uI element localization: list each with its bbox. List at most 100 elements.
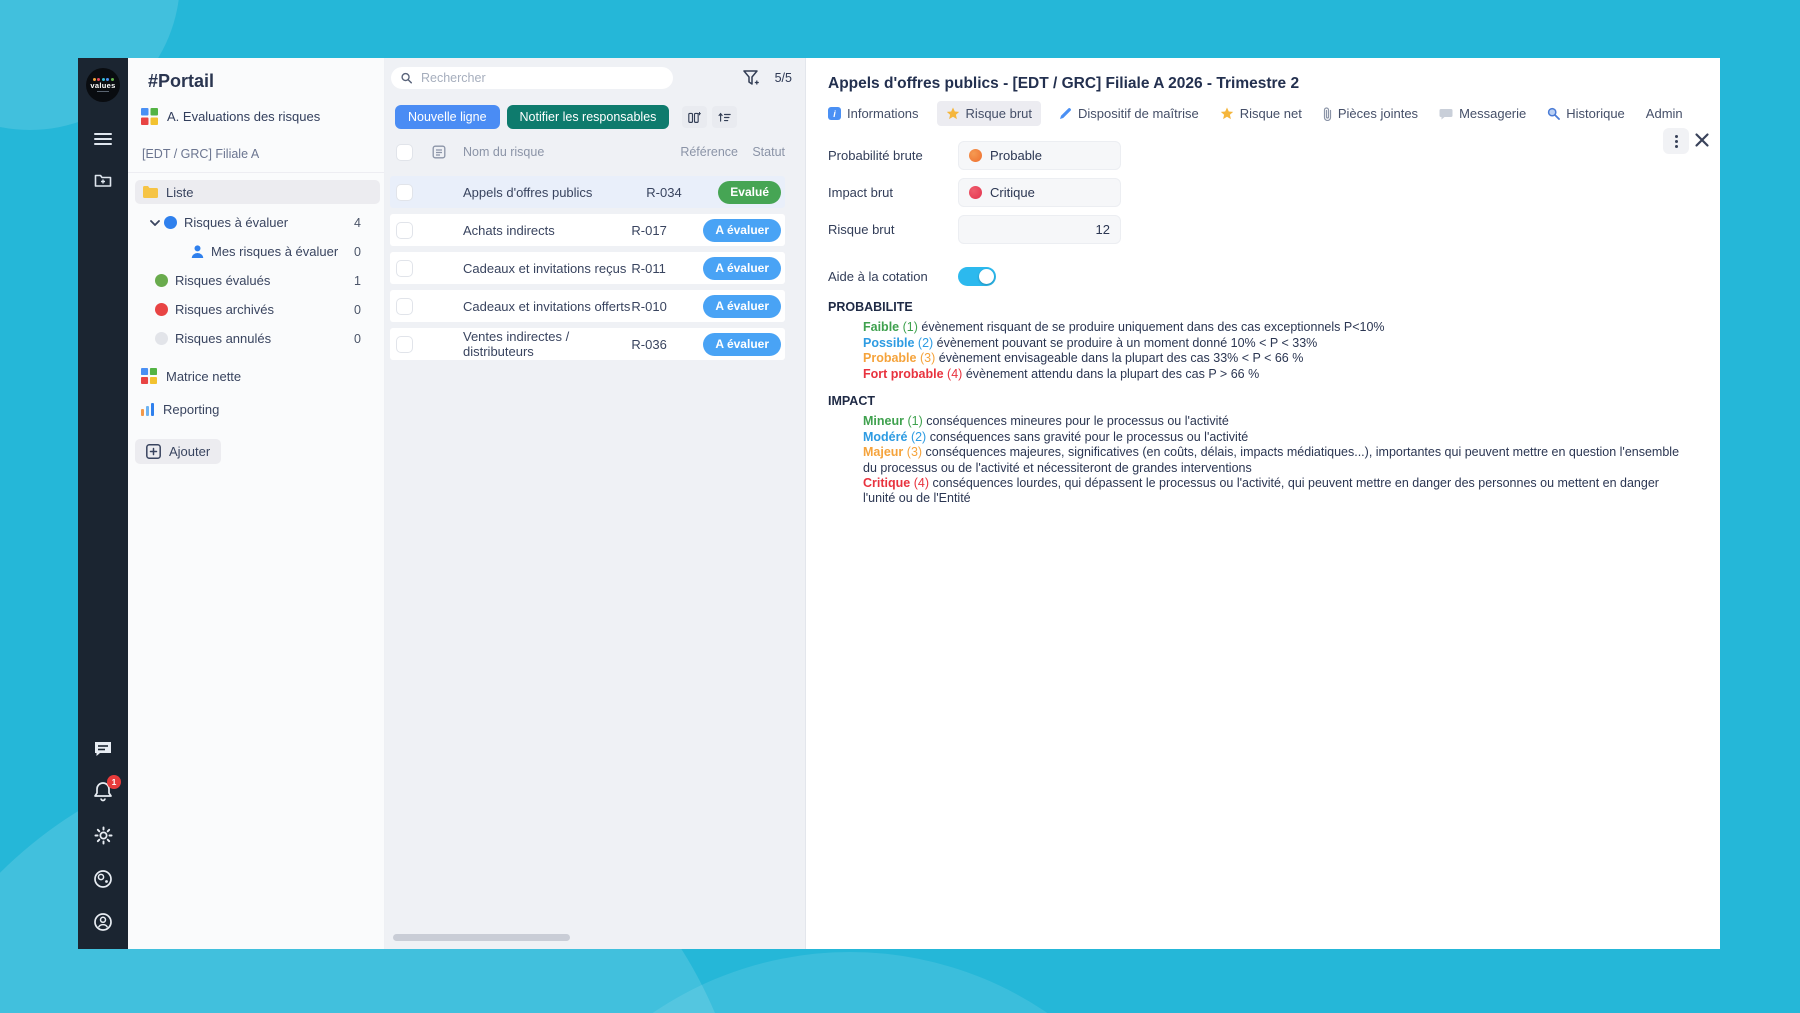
field-label: Risque brut xyxy=(828,222,958,237)
search-input[interactable] xyxy=(419,70,663,86)
toggle-knob xyxy=(979,269,994,284)
sidebar-item-liste[interactable]: Liste xyxy=(135,180,380,204)
star-icon xyxy=(1220,107,1234,120)
tree-item-count: 4 xyxy=(354,216,361,230)
tab-pieces-jointes[interactable]: Pièces jointes xyxy=(1323,106,1418,121)
impact-heading: IMPACT xyxy=(828,394,1706,409)
probabilite-brute-select[interactable]: Probable xyxy=(958,141,1121,170)
probability-heading: PROBABILITE xyxy=(828,300,1706,315)
table-header: Nom du risque Référence Statut xyxy=(390,143,785,161)
chat-bubble-icon xyxy=(1439,108,1453,120)
sidebar-item-label: Liste xyxy=(166,185,193,200)
tab-dispositif-de-maitrise[interactable]: Dispositif de maîtrise xyxy=(1059,106,1199,121)
settings-gear-icon[interactable] xyxy=(93,825,114,846)
sidebar-module[interactable]: A. Evaluations des risques xyxy=(141,108,384,125)
scale-item: Modéré (2) conséquences sans gravité pou… xyxy=(863,430,1690,445)
row-checkbox[interactable] xyxy=(396,260,413,277)
tab-label: Historique xyxy=(1566,106,1625,121)
tab-messagerie[interactable]: Messagerie xyxy=(1439,106,1526,121)
row-checkbox[interactable] xyxy=(396,298,413,315)
column-header-status[interactable]: Statut xyxy=(752,145,785,159)
tree-item-risques-a-evaluer[interactable]: Risques à évaluer 4 xyxy=(128,208,384,237)
sort-icon[interactable] xyxy=(712,106,737,128)
community-globe-icon[interactable] xyxy=(93,869,113,889)
tab-risque-net[interactable]: Risque net xyxy=(1220,106,1302,121)
tab-risque-brut[interactable]: Risque brut xyxy=(937,101,1041,126)
status-badge: Evalué xyxy=(718,181,781,204)
risk-tree: Risques à évaluer 4 Mes risques à évalue… xyxy=(128,208,384,353)
status-dot-blue xyxy=(164,216,177,229)
row-checkbox[interactable] xyxy=(396,222,413,239)
scale-item: Majeur (3) conséquences majeures, signif… xyxy=(863,445,1690,476)
status-dot-gray xyxy=(155,332,168,345)
select-all-checkbox[interactable] xyxy=(396,144,413,161)
table-row[interactable]: Cadeaux et invitations reçus R-011 A éva… xyxy=(390,252,785,284)
chevron-down-icon xyxy=(150,220,160,226)
folder-add-icon[interactable] xyxy=(94,172,112,188)
field-label: Probabilité brute xyxy=(828,148,958,163)
context-label: [EDT / GRC] Filiale A xyxy=(142,147,384,161)
notifications-bell-icon[interactable]: 1 xyxy=(93,781,113,802)
tab-label: Risque net xyxy=(1240,106,1302,121)
column-header-reference[interactable]: Référence xyxy=(680,145,752,159)
divider xyxy=(128,172,384,173)
status-badge: A évaluer xyxy=(703,219,781,242)
new-line-button[interactable]: Nouvelle ligne xyxy=(395,105,500,129)
tree-item-mes-risques[interactable]: Mes risques à évaluer 0 xyxy=(128,237,384,266)
pencil-icon xyxy=(1059,107,1072,120)
risk-reference: R-017 xyxy=(631,223,703,238)
info-icon: i xyxy=(828,107,841,120)
more-options-kebab-icon[interactable] xyxy=(1663,128,1689,154)
risk-name: Achats indirects xyxy=(463,223,631,238)
close-icon[interactable] xyxy=(1694,132,1710,148)
column-header-name[interactable]: Nom du risque xyxy=(463,145,680,159)
row-checkbox[interactable] xyxy=(396,336,413,353)
row-checkbox[interactable] xyxy=(396,184,413,201)
tree-item-count: 0 xyxy=(354,332,361,346)
status-badge: A évaluer xyxy=(703,257,781,280)
impact-scale: Mineur (1) conséquences mineures pour le… xyxy=(828,414,1706,506)
tree-item-label: Risques à évaluer xyxy=(184,215,288,230)
probable-dot xyxy=(969,149,982,162)
filter-funnel-icon[interactable] xyxy=(743,70,760,86)
scale-item: Probable (3) évènement envisageable dans… xyxy=(863,351,1690,366)
table-row[interactable]: Cadeaux et invitations offerts R-010 A é… xyxy=(390,290,785,322)
tab-admin[interactable]: Admin xyxy=(1646,106,1683,121)
probability-scale: Faible (1) évènement risquant de se prod… xyxy=(828,320,1706,382)
risk-form: Probabilité brute Probable Impact brut C… xyxy=(828,141,1720,244)
menu-icon[interactable] xyxy=(94,132,112,146)
tab-historique[interactable]: Historique xyxy=(1547,106,1625,121)
tab-informations[interactable]: i Informations xyxy=(828,106,919,121)
risk-reference: R-011 xyxy=(631,261,703,276)
table-row[interactable]: Appels d'offres publics R-034 Evalué xyxy=(390,176,785,208)
add-button[interactable]: Ajouter xyxy=(135,439,221,464)
table-row[interactable]: Ventes indirectes / distributeurs R-036 … xyxy=(390,328,785,360)
tree-item-label: Risques évalués xyxy=(175,273,270,288)
tree-item-label: Risques archivés xyxy=(175,302,274,317)
tree-item-risques-evalues[interactable]: Risques évalués 1 xyxy=(128,266,384,295)
sidebar-item-reporting[interactable]: Reporting xyxy=(128,395,384,423)
account-icon[interactable] xyxy=(93,912,113,932)
search-input-wrapper xyxy=(391,67,673,89)
risk-name: Cadeaux et invitations offerts xyxy=(463,299,631,314)
tree-item-label: Risques annulés xyxy=(175,331,271,346)
field-value: 12 xyxy=(1096,222,1110,237)
impact-brut-select[interactable]: Critique xyxy=(958,178,1121,207)
chat-icon[interactable] xyxy=(93,740,113,758)
risk-name: Ventes indirectes / distributeurs xyxy=(463,329,631,359)
matrix-icon xyxy=(141,108,158,125)
risk-reference: R-036 xyxy=(631,337,703,352)
columns-add-icon[interactable] xyxy=(682,106,707,128)
notify-responsables-button[interactable]: Notifier les responsables xyxy=(507,105,670,129)
folder-icon xyxy=(143,186,158,198)
tree-item-risques-annules[interactable]: Risques annulés 0 xyxy=(128,324,384,353)
app-window: values 1 xyxy=(78,58,1720,949)
aide-cotation-toggle[interactable] xyxy=(958,267,996,286)
horizontal-scrollbar[interactable] xyxy=(393,934,570,941)
sidebar-item-matrice-nette[interactable]: Matrice nette xyxy=(128,362,384,390)
tree-item-risques-archives[interactable]: Risques archivés 0 xyxy=(128,295,384,324)
history-search-icon xyxy=(1547,107,1560,120)
scale-item: Faible (1) évènement risquant de se prod… xyxy=(863,320,1690,335)
detail-tabs: i Informations Risque brut Dispositif de… xyxy=(828,106,1720,121)
table-row[interactable]: Achats indirects R-017 A évaluer xyxy=(390,214,785,246)
